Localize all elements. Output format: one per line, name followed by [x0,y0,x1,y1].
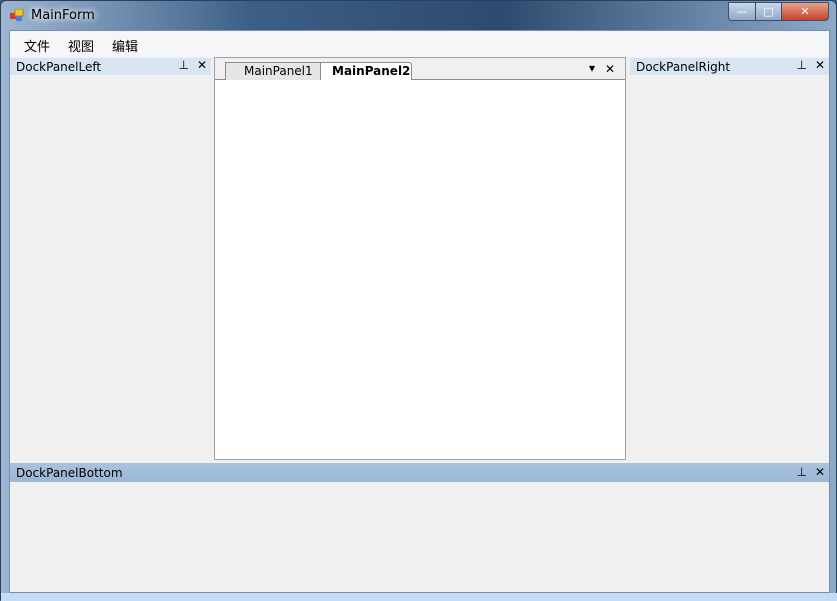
menu-edit[interactable]: 编辑 [112,36,138,55]
maximize-icon: □ [763,5,774,18]
left-panel-title: DockPanelLeft [16,59,102,74]
tab-mainpanel2[interactable]: MainPanel2 [320,62,412,81]
right-panel-header[interactable]: DockPanelRight ⊥ ✕ [630,58,829,75]
close-icon: ✕ [800,5,810,18]
right-panel-title: DockPanelRight [636,59,731,74]
minimize-button[interactable]: — [728,2,756,21]
close-button[interactable]: ✕ [781,2,829,21]
tab-label: MainPanel1 [244,64,313,78]
left-panel-header[interactable]: DockPanelLeft ⊥ ✕ [10,58,211,75]
menu-file[interactable]: 文件 [24,36,50,55]
app-icon [10,9,24,21]
menu-bar: 文件 视图 编辑 [10,31,829,57]
document-area: MainPanel1 MainPanel2 ▾ ✕ [214,57,626,460]
window-frame: MainForm — □ ✕ 文件 视图 编辑 DockPanelLeft ⊥ ✕… [0,0,837,601]
bottom-panel-header[interactable]: DockPanelBottom ⊥ ✕ [10,463,829,482]
menu-view[interactable]: 视图 [68,36,94,55]
maximize-button[interactable]: □ [755,2,782,21]
title-bar[interactable]: MainForm — □ ✕ [1,1,837,30]
window-title: MainForm [31,8,95,23]
tab-dropdown-icon[interactable]: ▾ [589,61,595,75]
bottom-panel-title: DockPanelBottom [16,465,123,480]
close-icon[interactable]: ✕ [197,58,207,72]
pin-icon[interactable]: ⊥ [796,465,806,479]
minimize-icon: — [736,5,748,18]
close-icon[interactable]: ✕ [815,465,825,479]
close-icon[interactable]: ✕ [815,58,825,72]
close-icon[interactable]: ✕ [605,62,615,76]
client-area: 文件 视图 编辑 DockPanelLeft ⊥ ✕ MainPanel1 Mai… [9,30,830,593]
tab-mainpanel1[interactable]: MainPanel1 [225,62,323,80]
tab-strip: MainPanel1 MainPanel2 ▾ ✕ [215,58,625,81]
pin-icon[interactable]: ⊥ [796,58,806,72]
pin-icon[interactable]: ⊥ [178,58,188,72]
document-content[interactable] [215,80,625,459]
tab-label: MainPanel2 [332,64,411,78]
